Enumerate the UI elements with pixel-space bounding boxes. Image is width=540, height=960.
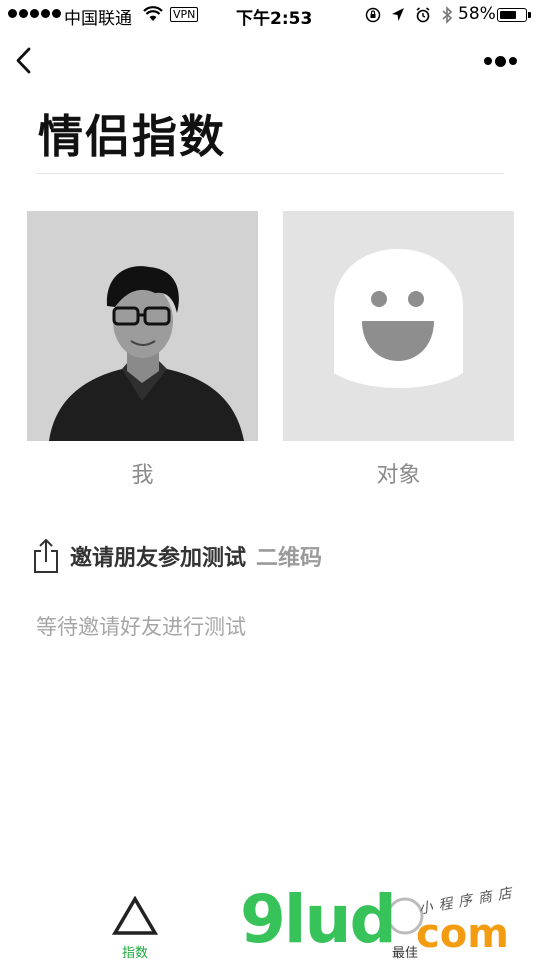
watermark-logo: 9lud: [240, 881, 397, 958]
title-divider: [36, 173, 504, 174]
battery-icon: [497, 8, 531, 22]
status-time: 下午2:53: [236, 9, 313, 29]
tab-best-label: 最佳: [391, 946, 418, 960]
qr-code-link[interactable]: 二维码: [256, 540, 322, 572]
my-avatar[interactable]: [27, 211, 258, 441]
tab-index[interactable]: 指数: [105, 896, 165, 960]
smiley-ghost-icon: [283, 211, 514, 441]
battery-percent: 58%: [458, 4, 496, 24]
tab-best[interactable]: 最佳: [375, 896, 435, 960]
orientation-lock-icon: [365, 7, 381, 23]
more-dot-icon: [495, 55, 506, 67]
chevron-left-icon: [16, 47, 31, 74]
location-icon: [392, 8, 404, 21]
my-label: 我: [131, 463, 154, 488]
page-title: 情侣指数: [38, 110, 227, 163]
more-dot-icon: [484, 57, 492, 65]
share-icon[interactable]: [32, 538, 60, 574]
user-photo: [27, 211, 258, 441]
vpn-badge: VPN: [170, 7, 199, 22]
waiting-status: 等待邀请好友进行测试: [36, 615, 246, 639]
circle-icon: [386, 897, 424, 935]
status-icons: [365, 6, 453, 24]
partner-avatar[interactable]: [283, 211, 514, 441]
more-options-button[interactable]: [484, 50, 524, 72]
signal-strength-icon: [8, 9, 61, 18]
tab-index-label: 指数: [121, 946, 148, 960]
back-button[interactable]: [10, 44, 40, 78]
more-dot-icon: [509, 57, 517, 65]
partner-label: 对象: [376, 463, 421, 488]
bluetooth-icon: [442, 6, 453, 24]
status-bar: 中国联通 VPN 下午2:53 58%: [0, 0, 540, 30]
invite-row: 邀请朋友参加测试 二维码: [32, 536, 322, 576]
carrier-name: 中国联通: [64, 9, 132, 29]
wifi-icon: [143, 6, 163, 21]
invite-friends-link[interactable]: 邀请朋友参加测试: [70, 540, 246, 572]
triangle-icon: [112, 896, 158, 935]
alarm-icon: [416, 7, 430, 23]
